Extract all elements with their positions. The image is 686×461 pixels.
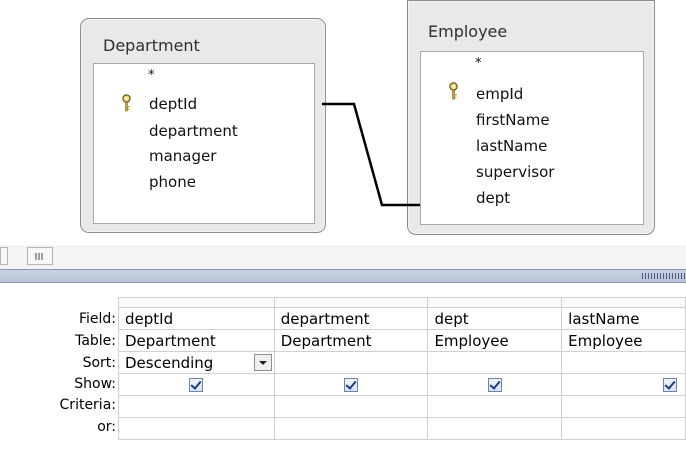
- show-cell: [118, 373, 275, 396]
- pane-splitter[interactable]: [0, 269, 686, 283]
- show-cell: [273, 373, 429, 396]
- sort-cell[interactable]: Descending: [118, 351, 275, 374]
- query-design-grid: Field: Table: Sort: Show: Criteria: or: …: [0, 283, 686, 461]
- row-label-criteria: Criteria:: [59, 397, 116, 413]
- row-label-field: Field:: [78, 311, 116, 327]
- column-selector[interactable]: [118, 297, 275, 308]
- column-selector[interactable]: [561, 297, 686, 308]
- show-cell: [427, 373, 563, 396]
- or-cell[interactable]: [273, 417, 429, 440]
- table-cell[interactable]: Employee: [561, 329, 686, 352]
- sort-cell[interactable]: [273, 351, 429, 374]
- or-cell[interactable]: [427, 417, 563, 440]
- relationship-join-line[interactable]: [0, 0, 686, 245]
- criteria-row: [118, 395, 686, 418]
- row-label-table: Table:: [75, 333, 116, 349]
- scroll-thumb[interactable]: [27, 247, 53, 265]
- row-label-show: Show:: [74, 376, 116, 392]
- or-cell[interactable]: [118, 417, 275, 440]
- sort-value: Descending: [125, 353, 214, 372]
- query-design-pane: Department * deptId department manager p…: [0, 0, 686, 245]
- criteria-cell[interactable]: [561, 395, 686, 418]
- table-cell[interactable]: Department: [118, 329, 275, 352]
- field-row: deptId department dept lastName: [118, 307, 686, 330]
- dropdown-arrow-icon[interactable]: [253, 354, 272, 371]
- criteria-cell[interactable]: [273, 395, 429, 418]
- table-row: Department Department Employee Employee: [118, 329, 686, 352]
- or-cell[interactable]: [561, 417, 686, 440]
- sort-cell[interactable]: [427, 351, 563, 374]
- scroll-grip-icon: [35, 253, 43, 260]
- checkbox-checked-icon[interactable]: [487, 378, 502, 392]
- checkbox-checked-icon[interactable]: [663, 378, 677, 392]
- checkbox-checked-icon[interactable]: [344, 378, 359, 392]
- field-cell[interactable]: dept: [427, 307, 563, 330]
- field-cell[interactable]: department: [273, 307, 429, 330]
- criteria-cell[interactable]: [118, 395, 275, 418]
- show-row: [118, 373, 686, 396]
- field-cell[interactable]: deptId: [118, 307, 275, 330]
- row-label-sort: Sort:: [82, 355, 116, 371]
- show-cell: [561, 373, 686, 396]
- column-selector[interactable]: [427, 297, 563, 308]
- criteria-cell[interactable]: [427, 395, 563, 418]
- checkbox-checked-icon[interactable]: [189, 378, 204, 392]
- design-grid-table: deptId department dept lastName Departme…: [118, 297, 686, 440]
- column-selector-row: [118, 297, 686, 308]
- table-cell[interactable]: Department: [273, 329, 429, 352]
- or-row: [118, 417, 686, 440]
- horizontal-scrollbar[interactable]: [0, 245, 686, 269]
- splitter-grip-icon[interactable]: [642, 273, 686, 279]
- column-selector[interactable]: [273, 297, 429, 308]
- table-cell[interactable]: Employee: [427, 329, 563, 352]
- field-cell[interactable]: lastName: [561, 307, 686, 330]
- sort-cell[interactable]: [561, 351, 686, 374]
- scroll-left-button[interactable]: [0, 247, 8, 265]
- sort-row: Descending: [118, 351, 686, 374]
- row-label-or: or:: [97, 419, 116, 435]
